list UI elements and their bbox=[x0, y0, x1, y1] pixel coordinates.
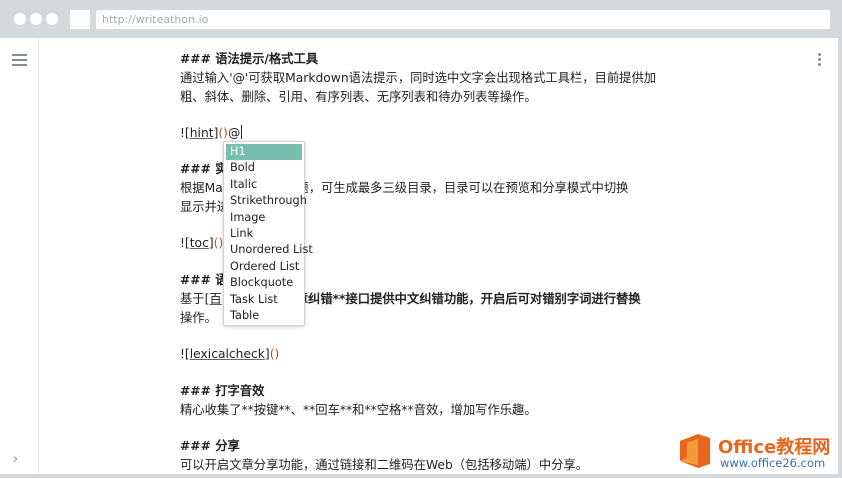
menu-icon[interactable] bbox=[12, 54, 27, 66]
paragraph-line[interactable]: 粗、斜体、删除、引用、有序列表、无序列表和待办列表等操作。 bbox=[180, 88, 537, 106]
paragraph-fragment: 章纠错**接口提供中文纠错功能，开启后可对错别字词进行替换 bbox=[295, 292, 641, 306]
window-right-border bbox=[838, 38, 842, 478]
window-bottom-border bbox=[0, 474, 842, 478]
paragraph-line[interactable]: 可以开启文章分享功能，通过链接和二维码在Web（包括移动端）中分享。 bbox=[180, 456, 588, 474]
heading-lexical[interactable]: ### 语 bbox=[180, 271, 228, 289]
embed-toc-line[interactable]: ![toc]() bbox=[180, 234, 223, 252]
paragraph-fragment: 的标题，可生成最多三级目录，目录可以在预览和分享模式中切换 bbox=[271, 181, 629, 195]
browser-titlebar: http://writeathon.io bbox=[0, 0, 842, 38]
window-minimize-dot[interactable] bbox=[30, 13, 42, 25]
embed-paren: () bbox=[213, 236, 224, 250]
paragraph-line[interactable]: 精心收集了**按键**、**回车**和**空格**音效，增加写作乐趣。 bbox=[180, 401, 537, 419]
more-options-icon[interactable] bbox=[818, 53, 822, 67]
dropdown-item[interactable]: Link bbox=[226, 226, 302, 242]
embed-link-lexicalcheck[interactable]: lexicalcheck bbox=[190, 347, 265, 361]
embed-hint-line[interactable]: ![hint]()@ bbox=[180, 124, 243, 142]
office-logo-icon bbox=[680, 434, 710, 468]
heading-syntax-hint[interactable]: ### 语法提示/格式工具 bbox=[180, 50, 318, 68]
window-maximize-dot[interactable] bbox=[46, 13, 58, 25]
embed-link-toc[interactable]: toc bbox=[190, 236, 209, 250]
embed-prefix: ![ bbox=[180, 236, 190, 250]
paragraph-fragment: 基于[ bbox=[180, 292, 210, 306]
dropdown-item[interactable]: Image bbox=[226, 210, 302, 226]
watermark: Office教程网 www.office26.com bbox=[676, 432, 836, 472]
chevron-right-icon[interactable]: › bbox=[13, 453, 18, 466]
heading-share[interactable]: ### 分享 bbox=[180, 437, 240, 455]
embed-lexicalcheck-line[interactable]: ![lexicalcheck]() bbox=[180, 345, 279, 363]
paragraph-fragment: 根据Mar bbox=[180, 181, 228, 195]
window-close-dot[interactable] bbox=[14, 13, 26, 25]
embed-link-hint[interactable]: hint bbox=[190, 126, 214, 140]
syntax-hint-dropdown[interactable]: H1 Bold Italic Strikethrough Image Link Unorde… bbox=[223, 141, 313, 326]
paragraph-link-fragment: 百 bbox=[209, 292, 222, 306]
watermark-url: www.office26.com bbox=[720, 456, 826, 470]
at-trigger: @ bbox=[227, 126, 241, 140]
dropdown-item[interactable]: Task List bbox=[226, 292, 302, 308]
heading-typing-sound[interactable]: ### 打字音效 bbox=[180, 382, 264, 400]
text-cursor bbox=[241, 125, 243, 139]
embed-prefix: ![ bbox=[180, 347, 190, 361]
embed-paren: () bbox=[218, 126, 228, 140]
dropdown-item[interactable]: Blockquote bbox=[226, 275, 302, 291]
address-bar[interactable]: http://writeathon.io bbox=[96, 10, 830, 29]
dropdown-item[interactable]: Unordered List bbox=[226, 242, 313, 258]
tab-square[interactable] bbox=[70, 10, 90, 29]
dropdown-item[interactable]: Ordered List bbox=[226, 259, 302, 275]
heading-toc[interactable]: ### 实 bbox=[180, 160, 228, 178]
dropdown-item[interactable]: Bold bbox=[226, 160, 302, 176]
paragraph-line[interactable]: 操作。 bbox=[180, 309, 217, 327]
embed-prefix: ![ bbox=[180, 126, 190, 140]
left-sidebar-strip bbox=[0, 38, 39, 474]
paragraph-line[interactable]: 通过输入'@'可获取Markdown语法提示，同时选中文字会出现格式工具栏，目前… bbox=[180, 69, 656, 87]
dropdown-item[interactable]: Strikethrough bbox=[226, 193, 307, 209]
dropdown-item[interactable]: Italic bbox=[226, 177, 302, 193]
paragraph-line[interactable]: 显示并进 bbox=[180, 198, 229, 216]
embed-paren: () bbox=[269, 347, 280, 361]
dropdown-item[interactable]: H1 bbox=[226, 144, 302, 161]
dropdown-item[interactable]: Table bbox=[226, 308, 302, 324]
